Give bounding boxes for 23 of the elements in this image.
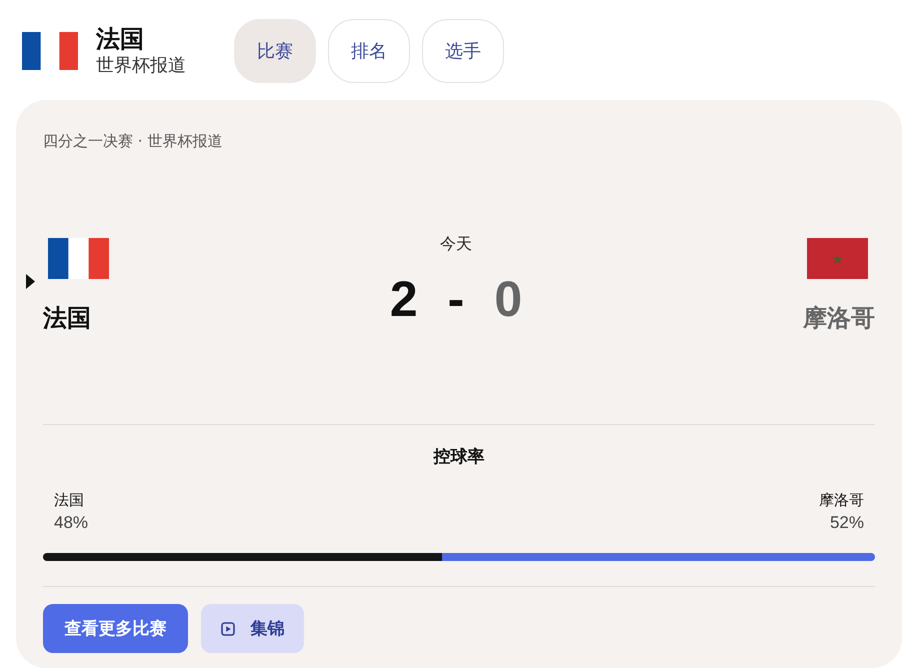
page-subtitle: 世界杯报道: [96, 54, 186, 78]
highlights-button[interactable]: 集锦: [201, 604, 304, 653]
score-separator: -: [448, 274, 464, 324]
team-label: 法国: [54, 490, 84, 511]
star-flag-icon: [807, 238, 868, 279]
tricolor-flag-icon: [48, 238, 109, 279]
breadcrumb: 四分之一决赛 · 世界杯报道: [43, 131, 222, 151]
possession-value: 52%: [830, 512, 864, 534]
tricolor-flag-icon: [22, 32, 78, 70]
team-name: 法国: [43, 303, 91, 334]
tab[interactable]: 比赛: [234, 19, 316, 83]
stat-title: 控球率: [434, 446, 484, 469]
team-label: 摩洛哥: [819, 490, 864, 511]
page-title: 法国: [96, 24, 144, 54]
score: 0: [494, 274, 522, 324]
tab[interactable]: 排名: [328, 19, 410, 83]
possession-value: 48%: [54, 512, 88, 534]
score: 2: [390, 274, 418, 324]
team-name: 摩洛哥: [803, 303, 875, 334]
play-icon: [220, 622, 234, 636]
match-date: 今天: [440, 233, 472, 255]
tab[interactable]: 选手: [422, 19, 504, 83]
more-matches-button[interactable]: 查看更多比赛: [43, 604, 188, 653]
